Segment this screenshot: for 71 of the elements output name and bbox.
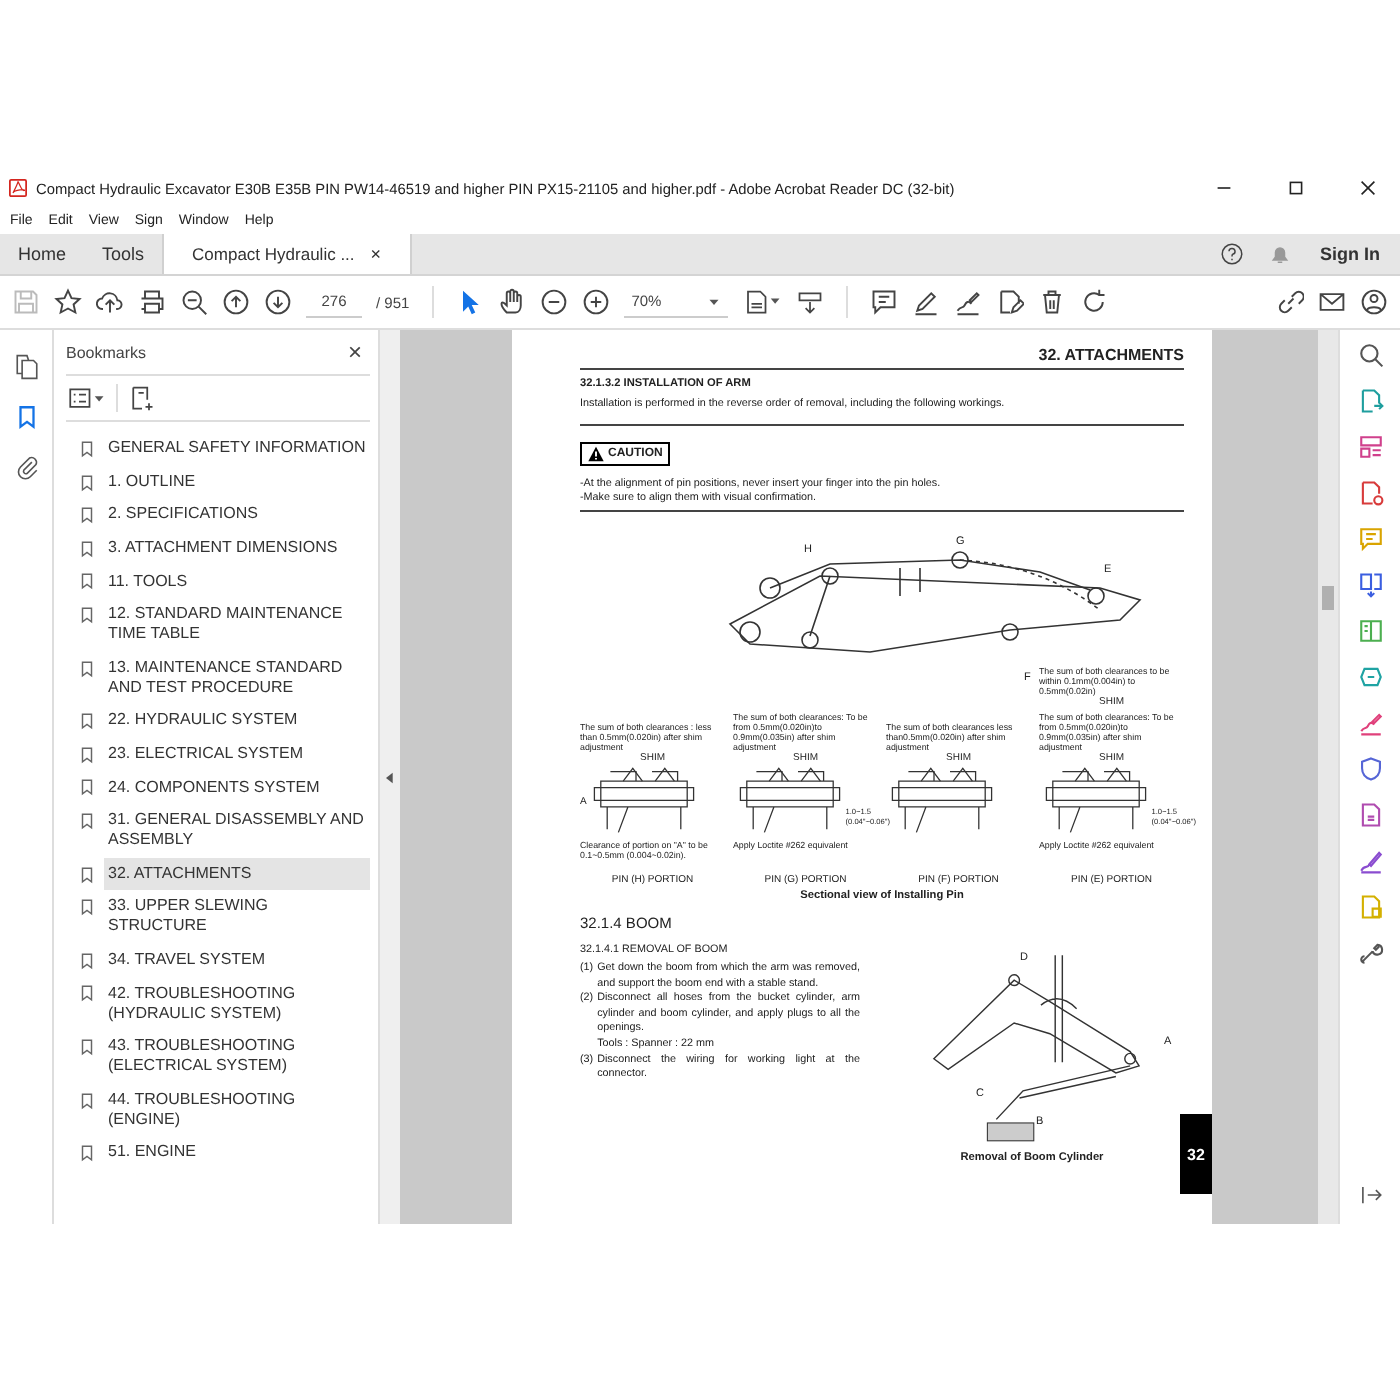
running-header: 32. ATTACHMENTS [1036, 346, 1184, 364]
bookmark-item[interactable]: 24. COMPONENTS SYSTEM [104, 770, 370, 804]
scrollbar[interactable] [1318, 330, 1338, 1224]
hand-icon[interactable] [497, 288, 526, 316]
caret-icon [707, 295, 720, 307]
document-export-icon[interactable] [1357, 388, 1383, 414]
close-button[interactable]: × [347, 338, 362, 366]
signature-pen-icon[interactable] [953, 288, 982, 316]
help-icon[interactable] [1220, 242, 1244, 266]
link-icon[interactable] [1276, 288, 1304, 316]
tab-close-button[interactable]: × [370, 244, 382, 264]
paperclip-icon[interactable] [13, 454, 39, 480]
bookmark-item[interactable]: 44. TROUBLESHOOTING (ENGINE) [104, 1083, 370, 1137]
scrollbar-thumb[interactable] [1322, 586, 1334, 610]
bookmark-icon[interactable] [13, 404, 39, 430]
star-icon[interactable] [54, 288, 82, 316]
tab[interactable]: Compact Hydraulic ... × [162, 234, 413, 274]
bookmark-icon [78, 1091, 96, 1109]
bookmark-item[interactable]: GENERAL SAFETY INFORMATION [104, 432, 370, 466]
acrobat-logo-icon [8, 178, 28, 198]
bookmark-item[interactable]: 33. UPPER SLEWING STRUCTURE [104, 890, 370, 944]
pages-icon[interactable] [13, 354, 39, 380]
shield-icon[interactable] [1357, 756, 1383, 782]
bookmark-item[interactable]: 3. ATTACHMENT DIMENSIONS [104, 531, 370, 565]
bookmark-icon [78, 1144, 96, 1163]
bookmark-item[interactable]: 42. TROUBLESHOOTING (HYDRAULIC SYSTEM) [104, 976, 370, 1030]
tab[interactable]: Home [0, 234, 85, 274]
bookmark-item[interactable]: 1. OUTLINE [104, 465, 370, 499]
options-menu-icon[interactable] [66, 384, 106, 412]
bookmark-item[interactable]: 23. ELECTRICAL SYSTEM [104, 737, 370, 771]
expand-panel-icon[interactable] [1357, 1182, 1383, 1208]
sign-in-button[interactable]: Sign In [1320, 244, 1380, 264]
bookmark-item[interactable]: 51. ENGINE [104, 1136, 370, 1170]
account-icon[interactable] [1360, 288, 1388, 316]
cloud-upload-icon[interactable] [96, 288, 124, 316]
maximize-icon[interactable] [1288, 180, 1304, 196]
scroll-mode-icon[interactable] [795, 288, 824, 316]
search-icon[interactable] [1357, 342, 1383, 368]
close-icon[interactable] [1360, 180, 1376, 196]
bookmark-item[interactable]: 31. GENERAL DISASSEMBLY AND ASSEMBLY [104, 803, 370, 858]
trash-icon[interactable] [1037, 288, 1066, 316]
document-arrow-icon[interactable] [1357, 572, 1383, 598]
bookmark-item[interactable]: 12. STANDARD MAINTENANCE TIME TABLE [104, 597, 370, 652]
form-layout-icon[interactable] [1357, 434, 1383, 460]
bookmark-icon [78, 659, 96, 678]
bookmark-item[interactable]: 11. TOOLS [104, 564, 370, 598]
mail-icon[interactable] [1318, 288, 1346, 316]
tab[interactable]: Tools [84, 234, 163, 274]
bookmark-item[interactable]: 22. HYDRAULIC SYSTEM [104, 704, 370, 738]
comment-icon[interactable] [869, 288, 898, 316]
panel-title: Bookmarks [66, 343, 147, 361]
bookmark-item[interactable]: 13. MAINTENANCE STANDARD AND TEST PROCEDURE [104, 651, 370, 705]
bookmark-icon [78, 1037, 96, 1056]
collapse-arrow-icon[interactable] [386, 771, 394, 783]
bookmark-item[interactable]: 43. TROUBLESHOOTING (ELECTRICAL SYSTEM) [104, 1029, 370, 1083]
bookmark-item[interactable]: 2. SPECIFICATIONS [104, 498, 370, 532]
signature-pen-icon[interactable] [1357, 710, 1383, 736]
highlighter-pen-icon[interactable] [911, 288, 940, 316]
zoom-out-icon[interactable] [180, 288, 208, 316]
warning-icon [588, 446, 604, 462]
fit-page-icon[interactable] [741, 288, 782, 316]
document-add-icon[interactable] [1357, 480, 1383, 506]
add-bookmark-icon[interactable] [128, 384, 156, 412]
bookmark-item[interactable]: 34. TRAVEL SYSTEM [104, 943, 370, 977]
rotate-icon[interactable] [1079, 288, 1108, 316]
pen-icon[interactable] [1357, 848, 1383, 874]
columns-icon[interactable] [1357, 618, 1383, 644]
print-icon[interactable] [138, 288, 166, 316]
edit-document-icon[interactable] [995, 288, 1024, 316]
document-icon[interactable] [1357, 802, 1383, 828]
bookmark-item[interactable]: 32. ATTACHMENTS [104, 857, 370, 891]
